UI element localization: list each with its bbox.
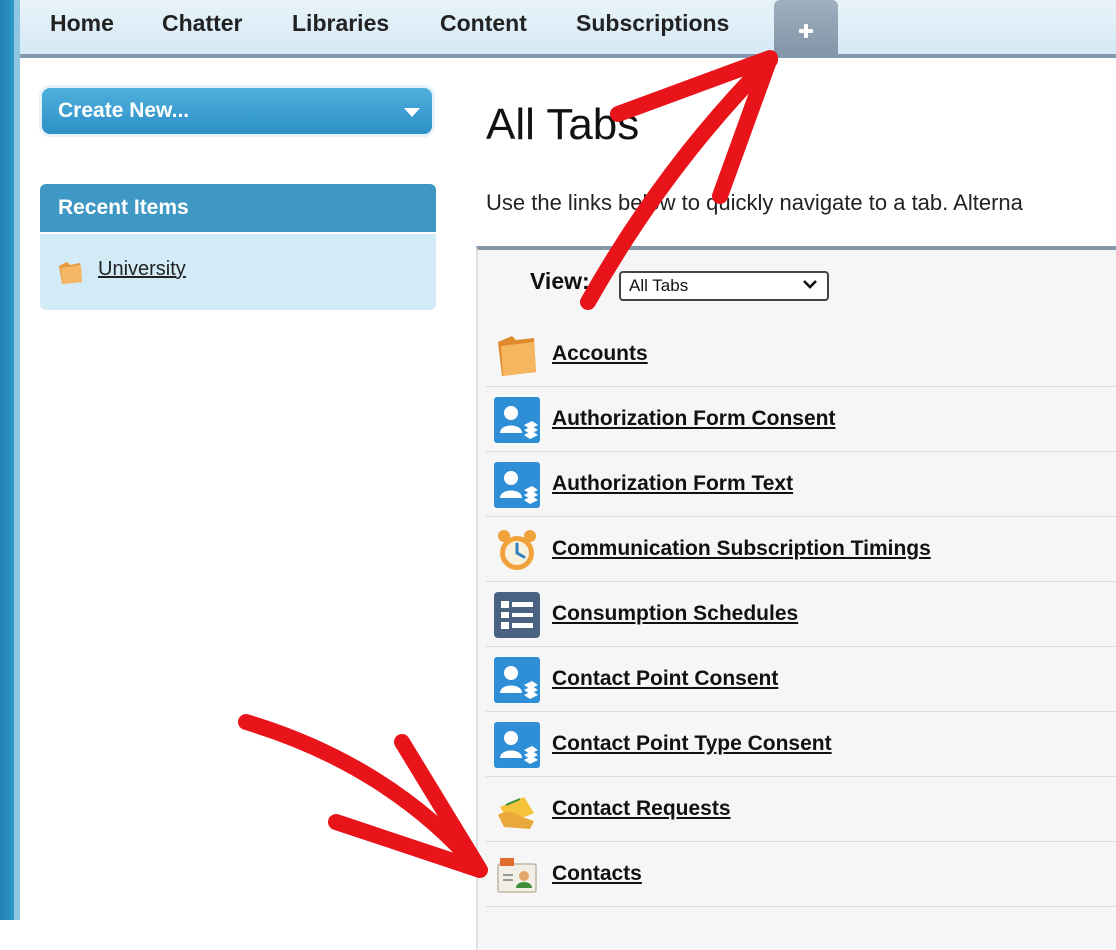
intro-text: Use the links below to quickly navigate …: [486, 190, 1023, 215]
all-tabs-panel: View: All Tabs Accounts Authorization Fo…: [476, 246, 1116, 950]
alarm-clock-icon: [498, 530, 536, 570]
tab-row-consumption-schedules[interactable]: Consumption Schedules: [486, 582, 1116, 647]
list-icon: [494, 592, 540, 638]
create-new-dropdown[interactable]: Create New...: [42, 88, 432, 134]
sidebar: Create New... Recent Items University: [20, 58, 456, 920]
plus-icon: [794, 19, 818, 43]
recent-items-header: Recent Items: [40, 184, 436, 232]
view-filter-row: View: All Tabs: [478, 250, 1116, 312]
tab-link[interactable]: Contacts: [552, 862, 642, 886]
tab-row-contact-point-consent[interactable]: Contact Point Consent: [486, 647, 1116, 712]
tab-link[interactable]: Accounts: [552, 342, 648, 366]
tab-row-contact-point-type-consent[interactable]: Contact Point Type Consent: [486, 712, 1116, 777]
tab-link[interactable]: Contact Point Consent: [552, 667, 778, 691]
chevron-down-icon: [803, 280, 817, 289]
recent-items-title: Recent Items: [58, 196, 189, 219]
recent-items-list: University: [40, 234, 436, 310]
all-tabs-plus-button[interactable]: [774, 0, 838, 54]
top-navigation: Home Chatter Libraries Content Subscript…: [20, 0, 1116, 58]
tab-row-communication-subscription-timings[interactable]: Communication Subscription Timings: [486, 517, 1116, 582]
folder-icon: [59, 262, 82, 284]
hand-card-icon: [498, 797, 534, 829]
person-stack-icon: [494, 397, 540, 443]
tab-row-contact-requests[interactable]: Contact Requests: [486, 777, 1116, 842]
tab-home[interactable]: Home: [50, 10, 114, 37]
tab-subscriptions[interactable]: Subscriptions: [576, 10, 729, 37]
tab-chatter[interactable]: Chatter: [162, 10, 243, 37]
recent-item-link[interactable]: University: [98, 258, 186, 281]
person-stack-icon: [494, 722, 540, 768]
tab-link[interactable]: Authorization Form Text: [552, 472, 793, 496]
view-label: View:: [530, 268, 590, 294]
page-title: All Tabs: [486, 100, 640, 149]
tab-row-authorization-form-text[interactable]: Authorization Form Text: [486, 452, 1116, 517]
contact-card-icon: [497, 858, 537, 893]
view-select[interactable]: All Tabs: [619, 271, 829, 301]
tab-link[interactable]: Contact Point Type Consent: [552, 732, 832, 756]
tab-row-accounts[interactable]: Accounts: [486, 322, 1116, 387]
tab-link[interactable]: Contact Requests: [552, 797, 731, 821]
person-stack-icon: [494, 657, 540, 703]
create-new-label: Create New...: [58, 99, 190, 122]
tab-row-contacts[interactable]: Contacts: [486, 842, 1116, 907]
tab-link[interactable]: Authorization Form Consent: [552, 407, 835, 431]
tab-link[interactable]: Communication Subscription Timings: [552, 537, 931, 561]
tab-content[interactable]: Content: [440, 10, 527, 37]
tab-row-authorization-form-consent[interactable]: Authorization Form Consent: [486, 387, 1116, 452]
tab-link[interactable]: Consumption Schedules: [552, 602, 798, 626]
folder-icon: [498, 336, 536, 376]
person-stack-icon: [494, 462, 540, 508]
chevron-down-icon: [404, 108, 420, 117]
tab-libraries[interactable]: Libraries: [292, 10, 389, 37]
app-frame-edge: [0, 0, 20, 920]
view-select-value: All Tabs: [629, 276, 689, 295]
